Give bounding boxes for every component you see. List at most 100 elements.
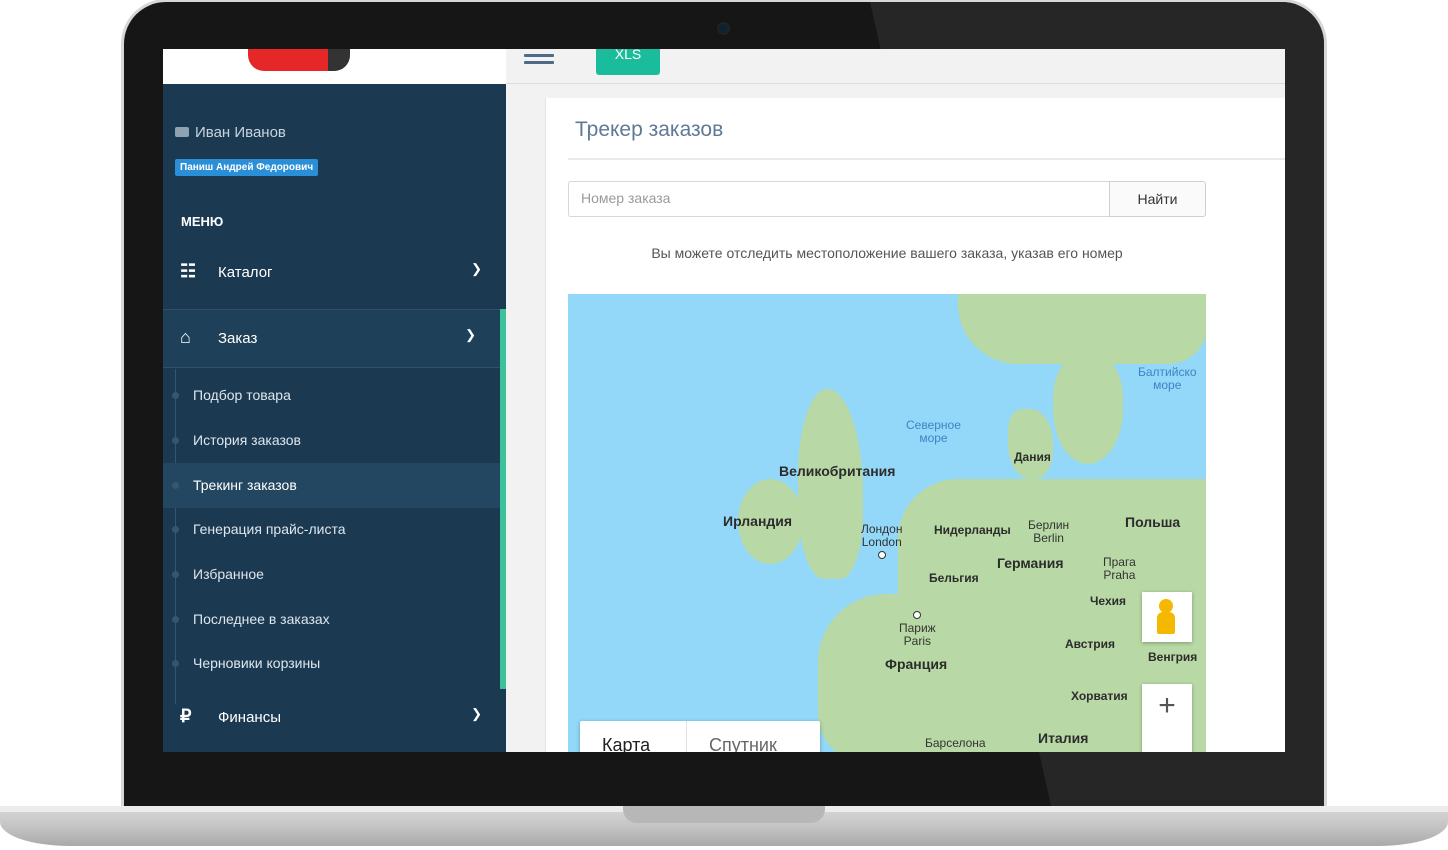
home-icon: ⌂ bbox=[180, 327, 191, 347]
submenu-item-cart-drafts[interactable]: Черновики корзины bbox=[163, 641, 500, 686]
pegman-body bbox=[1157, 612, 1175, 634]
manager-badge: Паниш Андрей Федорович bbox=[175, 159, 319, 176]
sea-label-line: море bbox=[1153, 378, 1182, 392]
sea-label: Балтийско море bbox=[1138, 366, 1197, 392]
city-marker-icon bbox=[913, 611, 922, 619]
submenu-item-label: Черновики корзины bbox=[193, 655, 321, 671]
sidebar-item-catalog[interactable]: ☷ Каталог ❯ bbox=[163, 244, 506, 302]
zoom-control: + bbox=[1142, 684, 1192, 752]
city-name-en: Berlin bbox=[1033, 531, 1064, 545]
tree-dot bbox=[172, 571, 179, 578]
hamburger-menu-icon[interactable] bbox=[524, 54, 554, 70]
submenu-item-label: Трекинг заказов bbox=[193, 477, 297, 493]
brand-logo[interactable] bbox=[248, 49, 350, 71]
top-bar: XLS bbox=[506, 49, 1285, 84]
tracker-panel: Трекер заказов Найти Вы можете отследить… bbox=[545, 98, 1285, 752]
tracking-hint: Вы можете отследить местоположение вашег… bbox=[651, 245, 1123, 261]
tree-dot bbox=[172, 616, 179, 623]
city-marker-icon bbox=[877, 551, 886, 559]
country-label: Италия bbox=[1038, 730, 1089, 746]
order-number-input[interactable] bbox=[569, 182, 1093, 214]
submenu-item-order-tracking[interactable]: Трекинг заказов bbox=[163, 463, 500, 508]
submenu-item-label: История заказов bbox=[193, 432, 301, 448]
tree-dot bbox=[172, 482, 179, 489]
submenu-item-recent-orders[interactable]: Последнее в заказах bbox=[163, 597, 500, 642]
sitemap-icon: ☷ bbox=[180, 261, 197, 281]
city-name-ru: Берлин bbox=[1028, 518, 1070, 532]
divider bbox=[163, 367, 506, 368]
city-label-prague: Прага Praha bbox=[1103, 556, 1136, 582]
city-name-en: Praha bbox=[1103, 568, 1136, 582]
submenu-item-favorites[interactable]: Избранное bbox=[163, 552, 500, 597]
country-label: Чехия bbox=[1090, 594, 1126, 608]
submenu-item-product-selection[interactable]: Подбор товара bbox=[163, 373, 500, 418]
webcam-icon bbox=[719, 24, 728, 33]
map-type-satellite-button[interactable]: Спутник bbox=[709, 735, 777, 752]
divider bbox=[568, 158, 1285, 160]
country-label: Ирландия bbox=[723, 513, 793, 529]
active-section-indicator bbox=[500, 309, 506, 689]
map-type-map-button[interactable]: Карта bbox=[602, 735, 650, 752]
country-label: Польша bbox=[1125, 514, 1181, 530]
sidebar-item-finance[interactable]: ₽ Финансы ❯ bbox=[163, 689, 506, 747]
city-label-berlin: Берлин Berlin bbox=[1028, 519, 1069, 545]
country-label: Австрия bbox=[1065, 637, 1116, 651]
order-map[interactable]: Северное море Балтийско море Великобритани… bbox=[568, 294, 1206, 752]
submenu-item-label: Избранное bbox=[193, 566, 264, 582]
user-name[interactable]: Иван Иванов bbox=[175, 124, 286, 141]
tree-dot bbox=[172, 437, 179, 444]
country-label: Хорватия bbox=[1071, 689, 1128, 703]
sidebar-item-label: Каталог bbox=[218, 264, 273, 281]
city-label-paris: Париж Paris bbox=[899, 609, 936, 648]
order-search-field bbox=[568, 181, 1109, 217]
city-label-barcelona: Барселона bbox=[925, 736, 986, 750]
land-denmark bbox=[1008, 409, 1053, 479]
map-type-control: Карта Спутник bbox=[580, 721, 820, 752]
xls-export-button[interactable]: XLS bbox=[596, 49, 660, 75]
submenu-item-order-history[interactable]: История заказов bbox=[163, 418, 500, 463]
screen: Иван Иванов Паниш Андрей Федорович МЕНЮ … bbox=[163, 49, 1285, 752]
ruble-icon: ₽ bbox=[180, 706, 192, 726]
submenu-item-label: Подбор товара bbox=[193, 387, 291, 403]
page-title: Трекер заказов bbox=[575, 118, 724, 141]
country-label: Нидерланды bbox=[934, 523, 1011, 537]
sidebar: Иван Иванов Паниш Андрей Федорович МЕНЮ … bbox=[163, 49, 506, 752]
pegman-icon bbox=[1159, 599, 1173, 613]
sea-label-line: Балтийско bbox=[1138, 365, 1197, 379]
menu-heading: МЕНЮ bbox=[181, 214, 224, 229]
sea-label: Северное море bbox=[906, 419, 961, 445]
city-name-ru: Лондон bbox=[861, 522, 903, 536]
user-name-label: Иван Иванов bbox=[195, 124, 286, 141]
land-sweden bbox=[1053, 354, 1123, 464]
sea-label-line: Северное bbox=[906, 418, 961, 432]
submenu-item-price-list[interactable]: Генерация прайс-листа bbox=[163, 507, 500, 552]
street-view-button[interactable] bbox=[1142, 592, 1192, 642]
tree-dot bbox=[172, 526, 179, 533]
city-name-en: Paris bbox=[903, 634, 932, 648]
tree-dot bbox=[172, 660, 179, 667]
country-label: Германия bbox=[997, 555, 1064, 571]
country-label: Бельгия bbox=[929, 571, 979, 585]
city-label-london: Лондон London bbox=[861, 523, 902, 562]
chevron-down-icon: ❯ bbox=[471, 261, 482, 276]
chevron-down-icon: ❯ bbox=[465, 327, 476, 342]
briefcase-icon bbox=[175, 127, 189, 137]
sea-label-line: море bbox=[919, 431, 948, 445]
country-label: Великобритания bbox=[779, 463, 896, 479]
find-button[interactable]: Найти bbox=[1109, 181, 1206, 217]
tree-dot bbox=[172, 392, 179, 399]
city-name-en: London bbox=[861, 535, 902, 549]
submenu-item-label: Генерация прайс-листа bbox=[193, 521, 346, 537]
zoom-in-button[interactable]: + bbox=[1142, 684, 1192, 728]
laptop-notch bbox=[623, 806, 825, 823]
submenu-item-label: Последнее в заказах bbox=[193, 611, 330, 627]
city-name-ru: Париж bbox=[899, 621, 936, 635]
land-britain bbox=[798, 389, 863, 579]
chevron-down-icon: ❯ bbox=[471, 706, 482, 721]
city-name-ru: Прага bbox=[1103, 555, 1136, 569]
divider bbox=[686, 721, 687, 752]
logo-area bbox=[163, 49, 506, 84]
sidebar-item-label: Заказ bbox=[218, 330, 258, 347]
sidebar-item-order[interactable]: ⌂ Заказ ❯ bbox=[163, 310, 506, 368]
country-label: Венгрия bbox=[1148, 650, 1198, 664]
